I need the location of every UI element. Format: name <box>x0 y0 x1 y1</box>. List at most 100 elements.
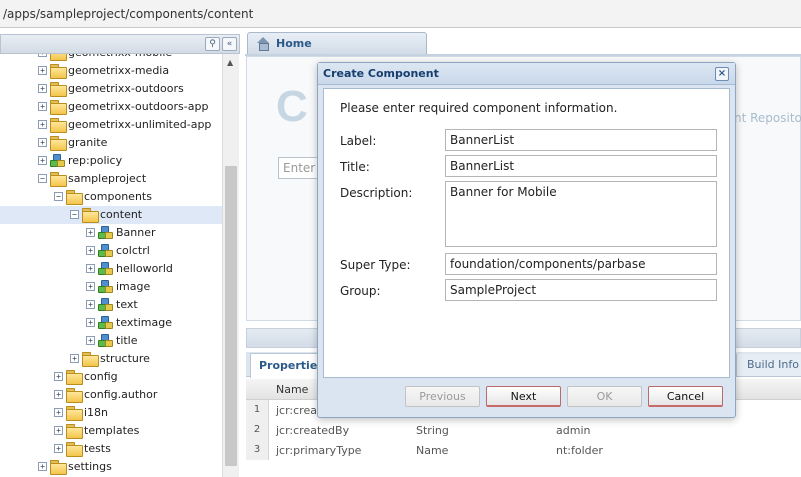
ok-button[interactable]: OK <box>567 386 642 407</box>
tree-node-label: i18n <box>84 406 109 419</box>
tree-node[interactable]: + templates <box>0 422 222 440</box>
folder-icon <box>50 460 67 475</box>
expand-icon[interactable]: + <box>38 66 47 75</box>
tree-node-label: Banner <box>116 226 156 239</box>
previous-button[interactable]: Previous <box>405 386 480 407</box>
tree-node[interactable]: − components <box>0 188 222 206</box>
collapse-panel-icon[interactable]: « <box>222 37 237 51</box>
label-input[interactable] <box>445 129 717 151</box>
cell-value[interactable]: nt:folder <box>556 444 603 457</box>
tree-node[interactable]: + rep:policy <box>0 152 222 170</box>
expand-icon[interactable]: + <box>38 138 47 147</box>
tree-node[interactable]: − sampleproject <box>0 170 222 188</box>
tree-node[interactable]: + structure <box>0 350 222 368</box>
tree-node-label: colctrl <box>116 244 150 257</box>
folder-icon <box>50 82 67 97</box>
next-button[interactable]: Next <box>486 386 561 407</box>
expand-icon[interactable]: + <box>86 336 95 345</box>
collapse-icon[interactable]: − <box>70 210 79 219</box>
dialog-header[interactable]: Create Component × <box>318 63 735 85</box>
tree-node[interactable]: + geometrixx-outdoors-app <box>0 98 222 116</box>
path-bar[interactable]: /apps/sampleproject/components/content <box>0 0 801 28</box>
tree-node[interactable]: + colctrl <box>0 242 222 260</box>
expand-icon[interactable]: + <box>86 318 95 327</box>
title-input[interactable] <box>445 155 717 177</box>
cell-type[interactable]: Name <box>416 444 448 457</box>
tree-node-label: text <box>116 298 138 311</box>
expand-icon[interactable]: + <box>86 246 95 255</box>
component-icon <box>50 154 66 168</box>
expand-icon[interactable]: + <box>38 462 47 471</box>
expand-icon[interactable]: + <box>38 54 47 57</box>
component-icon <box>98 316 114 330</box>
tree-node-label: rep:policy <box>68 154 123 167</box>
expand-icon[interactable]: + <box>54 408 63 417</box>
tree-node-label: geometrixx-unlimited-app <box>68 118 212 131</box>
tree-node[interactable]: + image <box>0 278 222 296</box>
collapse-icon[interactable]: − <box>38 174 47 183</box>
group-input[interactable] <box>445 279 717 301</box>
tree-node[interactable]: + title <box>0 332 222 350</box>
expand-icon[interactable]: + <box>54 426 63 435</box>
expand-icon[interactable]: + <box>38 156 47 165</box>
tree-node[interactable]: + textimage <box>0 314 222 332</box>
tab-home-label: Home <box>276 37 312 50</box>
folder-icon <box>50 64 67 79</box>
tab-home[interactable]: Home <box>247 32 427 55</box>
expand-icon[interactable]: + <box>86 300 95 309</box>
cell-name[interactable]: jcr:createdBy <box>276 424 349 437</box>
collapse-icon[interactable]: − <box>54 192 63 201</box>
supertype-input[interactable] <box>445 253 717 275</box>
create-component-dialog: Create Component × Please enter required… <box>317 62 736 418</box>
tree-node[interactable]: + geometrixx-outdoors <box>0 80 222 98</box>
expand-icon[interactable]: + <box>38 102 47 111</box>
tree-node-label: geometrixx-media <box>68 64 170 77</box>
tree-node[interactable]: + config.author <box>0 386 222 404</box>
expand-icon[interactable]: + <box>86 264 95 273</box>
cell-value[interactable]: admin <box>556 424 590 437</box>
repository-tree: + geometrixx-mobile + geometrixx-media + geom… <box>0 54 222 477</box>
tree-node-label: textimage <box>116 316 172 329</box>
tree-node-label: granite <box>68 136 108 149</box>
tab-properties[interactable]: Properties <box>250 353 324 378</box>
tab-build-info[interactable]: Build Info <box>736 354 801 376</box>
expand-icon[interactable]: + <box>54 390 63 399</box>
expand-icon[interactable]: + <box>54 372 63 381</box>
scroll-up-icon[interactable]: ▲ <box>227 58 233 67</box>
tree-node-label: components <box>84 190 152 203</box>
tree-node[interactable]: + text <box>0 296 222 314</box>
tree-node[interactable]: + geometrixx-media <box>0 62 222 80</box>
tree-node[interactable]: + settings <box>0 458 222 476</box>
description-textarea[interactable]: Banner for Mobile <box>445 181 717 247</box>
tree-node-label: config.author <box>84 388 158 401</box>
expand-icon[interactable]: + <box>38 120 47 129</box>
tree-node[interactable]: − content <box>0 206 222 224</box>
expand-icon[interactable]: + <box>54 444 63 453</box>
tree-node[interactable]: + geometrixx-mobile <box>0 54 222 62</box>
tree-node[interactable]: + tests <box>0 440 222 458</box>
cancel-button[interactable]: Cancel <box>648 386 723 407</box>
tree-node[interactable]: + config <box>0 368 222 386</box>
tree-node-label: sampleproject <box>68 172 147 185</box>
find-icon[interactable]: ⚲ <box>205 37 220 51</box>
folder-icon <box>82 208 99 223</box>
tree-node[interactable]: + geometrixx-unlimited-app <box>0 116 222 134</box>
column-header-name[interactable]: Name <box>276 383 308 396</box>
scroll-thumb[interactable] <box>225 166 237 466</box>
tree-node[interactable]: + helloworld <box>0 260 222 278</box>
expand-icon[interactable]: + <box>70 354 79 363</box>
tree-node[interactable]: + Banner <box>0 224 222 242</box>
tree-node-label: title <box>116 334 138 347</box>
tree-node-label: content <box>100 208 143 221</box>
tree-node[interactable]: + i18n <box>0 404 222 422</box>
expand-icon[interactable]: + <box>86 228 95 237</box>
expand-icon[interactable]: + <box>86 282 95 291</box>
cell-name[interactable]: jcr:primaryType <box>276 444 361 457</box>
tree-node-label: geometrixx-outdoors <box>68 82 184 95</box>
tree-node-label: structure <box>100 352 150 365</box>
expand-icon[interactable]: + <box>38 84 47 93</box>
tree-scrollbar[interactable]: ▲ <box>222 54 239 477</box>
tree-node[interactable]: + granite <box>0 134 222 152</box>
cell-type[interactable]: String <box>416 424 449 437</box>
close-icon[interactable]: × <box>715 67 729 81</box>
